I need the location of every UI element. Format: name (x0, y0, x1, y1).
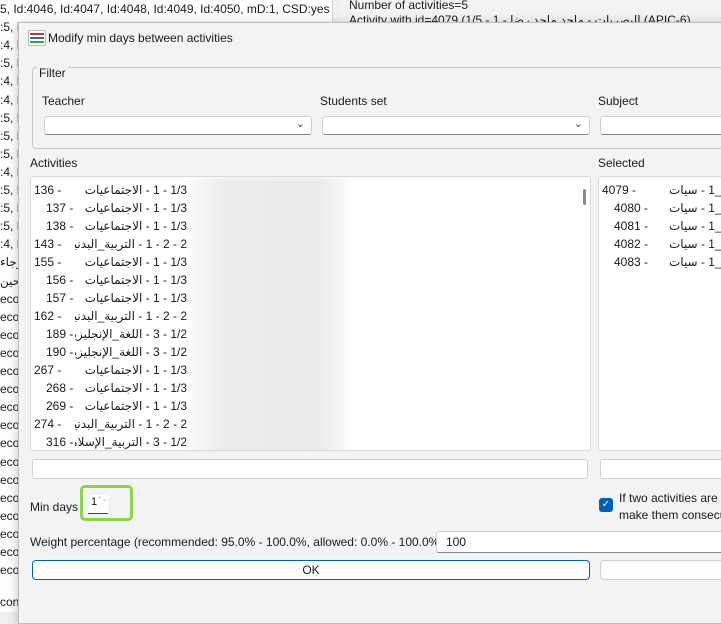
activity-id: 155 - (34, 255, 62, 269)
activity-description: 1/5 - _1 - سيات (668, 183, 721, 197)
activity-id: 143 - (34, 237, 62, 251)
activity-description: 1/5 - _1 - سيات (668, 219, 721, 233)
activity-description: 1/2 - 3 - اللغة_الإنجليزية (75, 327, 187, 341)
ok-button[interactable]: OK (32, 560, 590, 580)
activity-id: 269 - (46, 399, 74, 413)
activity-description: 1/5 - _1 - سيات (668, 201, 721, 215)
activity-id: 137 - (46, 201, 74, 215)
activity-description: 2 - 2 - 1 - التربية_البدنية (75, 309, 187, 323)
highlight-annotation (80, 485, 133, 521)
activity-id: 138 - (46, 219, 74, 233)
selected-filter-field[interactable] (600, 459, 721, 479)
activity-id: 156 - (46, 273, 74, 287)
students-set-combobox[interactable]: ⌄ (322, 116, 590, 135)
activity-description: 1/3 - 1 - الاجتماعيات (84, 255, 187, 269)
fet-app-icon (28, 30, 46, 46)
weight-percentage-input[interactable]: 100 (436, 531, 721, 553)
activity-description: 1/3 - 1 - الاجتماعيات (84, 399, 187, 413)
activity-id: 4079 - (602, 183, 637, 197)
consecutive-checkbox-label-line1: If two activities are o (619, 491, 721, 505)
activity-id: 4081 - (614, 219, 649, 233)
consecutive-checkbox[interactable]: ✓ (599, 498, 613, 512)
activity-description: 1/3 - 1 - الاجتماعيات (84, 201, 187, 215)
activity-description: 2 - 2 - 1 - التربية_البدنية (75, 417, 187, 431)
activity-description: 1/3 - 1 - الاجتماعيات (84, 183, 187, 197)
weight-percentage-label: Weight percentage (recommended: 95.0% - … (30, 535, 444, 549)
teacher-combobox[interactable]: ⌄ (44, 116, 312, 135)
activities-scrollbar[interactable] (583, 189, 586, 205)
modify-min-days-dialog: Modify min days between activities Filte… (18, 22, 721, 624)
cancel-button[interactable] (600, 560, 721, 580)
activity-description: 1/3 - 1 - الاجتماعيات (84, 273, 187, 287)
activity-id: 267 - (34, 363, 62, 377)
activity-description: 1/3 - 1 - الاجتماعيات (84, 291, 187, 305)
activity-description: 1/5 - _1 - سيات (668, 237, 721, 251)
activity-id: 4083 - (614, 255, 649, 269)
subject-label: Subject (598, 94, 639, 108)
activity-description: 1/2 - 3 - التربية_الإسلامية (75, 435, 187, 449)
activity-id: 157 - (46, 291, 74, 305)
filter-group-title: Filter (37, 66, 68, 80)
filter-group-box (32, 67, 721, 149)
activity-id: 4082 - (614, 237, 649, 251)
weight-percentage-value: 100 (446, 535, 467, 549)
min-days-label: Min days (30, 500, 79, 514)
activity-id: 274 - (34, 417, 62, 431)
activity-description: 1/3 - 1 - الاجتماعيات (84, 219, 187, 233)
activities-list[interactable]: 316 -1/2 - 3 - التربية_الإسلامية 274 - 2 -… (30, 176, 591, 451)
activity-description: 1/3 - 1 - الاجتماعيات (84, 381, 187, 395)
teacher-label: Teacher (42, 94, 85, 108)
activity-id: 4080 - (614, 201, 649, 215)
chevron-down-icon: ⌄ (573, 118, 583, 130)
selected-activities-list[interactable]: 4079 - 1/5 - _1 - سيات 4080 - 1/5 - _1 - سي… (598, 176, 721, 451)
activities-label: Activities (30, 156, 78, 170)
activity-id: 162 - (34, 309, 62, 323)
constraint-list-item[interactable]: 5, Id:4046, Id:4047, Id:4048, Id:4049, I… (0, 0, 330, 18)
dialog-title: Modify min days between activities (48, 31, 233, 45)
activity-id: 189 - (46, 327, 74, 341)
title-bar[interactable]: Modify min days between activities (19, 23, 721, 53)
activities-filter-field[interactable] (32, 459, 588, 479)
activity-id: 268 - (46, 381, 74, 395)
activity-description: 1/3 - 1 - الاجتماعيات (84, 363, 187, 377)
chevron-down-icon: ⌄ (295, 118, 305, 130)
activity-description: 1/2 - 3 - اللغة_الإنجليزية (75, 345, 187, 359)
selected-label: Selected (598, 156, 645, 170)
subject-combobox[interactable] (600, 116, 721, 135)
activity-id: 190 - (46, 345, 74, 359)
students-set-label: Students set (320, 94, 387, 108)
activity-description: 2 - 2 - 1 - التربية_البدنية (75, 237, 187, 251)
activity-id: 316 - (46, 435, 74, 449)
consecutive-checkbox-label-line2: make them consecu (619, 508, 721, 522)
blurred-teacher-names (189, 177, 349, 450)
activity-description: 1/5 - _1 - سيات (668, 255, 721, 269)
activity-id: 136 - (34, 183, 62, 197)
